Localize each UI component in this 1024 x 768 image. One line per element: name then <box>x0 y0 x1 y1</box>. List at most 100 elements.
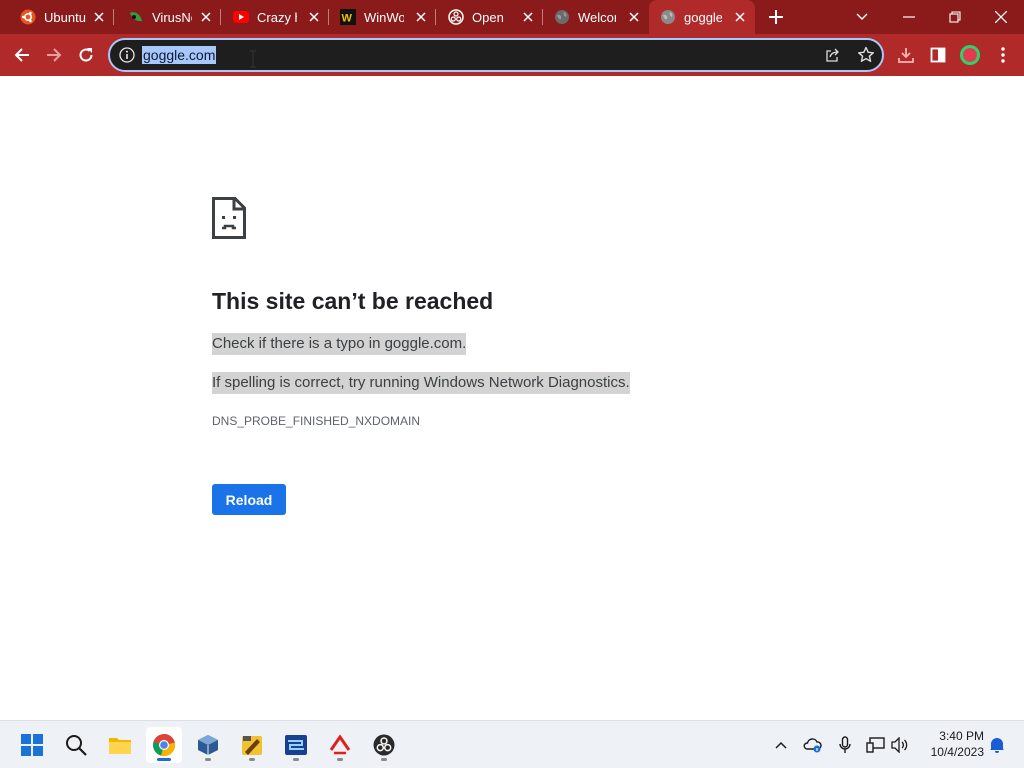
restore-icon <box>949 11 961 23</box>
virusnet-icon <box>128 9 144 25</box>
tab-title: Ubuntu <box>44 9 86 25</box>
close-icon[interactable] <box>627 10 641 24</box>
close-icon[interactable] <box>733 10 747 24</box>
address-text[interactable]: goggle.com <box>142 46 217 64</box>
youtube-icon <box>233 9 249 25</box>
error-code: DNS_PROBE_FINISHED_NXDOMAIN <box>212 414 421 428</box>
tab-ubuntu[interactable]: Ubuntu <box>0 0 114 34</box>
virtualbox-button[interactable] <box>190 727 226 763</box>
close-icon <box>995 11 1007 23</box>
show-hidden-icons-button[interactable] <box>769 733 793 757</box>
running-indicator <box>157 758 171 761</box>
winworld-icon: W <box>340 9 356 25</box>
taskbar <box>0 720 1024 768</box>
avatar <box>960 45 980 65</box>
downloads-button[interactable] <box>890 39 922 71</box>
running-indicator <box>205 758 211 761</box>
chevron-down-icon <box>856 13 868 20</box>
git-tool-button[interactable] <box>322 727 358 763</box>
obs-icon <box>448 9 464 25</box>
svg-text:W: W <box>342 13 353 25</box>
error-heading: This site can’t be reached <box>212 288 494 314</box>
running-indicator <box>249 758 255 761</box>
speaker-icon <box>891 737 908 753</box>
tab-open-b[interactable]: Open B <box>436 0 543 34</box>
arrow-left-icon <box>14 48 29 62</box>
tab-title: goggle <box>684 9 722 25</box>
network-icon <box>866 737 885 753</box>
diagnostics-hint[interactable]: If spelling is correct, try running Wind… <box>212 372 630 394</box>
close-icon[interactable] <box>92 10 106 24</box>
onedrive-status[interactable] <box>801 733 825 757</box>
notifications-button[interactable] <box>985 733 1009 757</box>
menu-button[interactable] <box>987 39 1019 71</box>
download-icon <box>898 48 914 63</box>
tab-winworld[interactable]: W WinWo <box>329 0 436 34</box>
volume-status[interactable] <box>888 733 912 757</box>
tab-welcome[interactable]: Welcor <box>543 0 649 34</box>
clock-time: 3:40 PM <box>939 729 984 743</box>
file-explorer-icon <box>109 738 131 754</box>
search-icon <box>66 735 87 756</box>
file-explorer-button[interactable] <box>102 727 138 763</box>
microphone-status[interactable] <box>833 733 857 757</box>
tab-virusnet[interactable]: VirusNe <box>114 0 221 34</box>
new-tab-button[interactable] <box>766 7 786 27</box>
notepad-plus-plus-button[interactable] <box>234 727 270 763</box>
tab-goggle[interactable]: goggle <box>649 0 755 34</box>
running-indicator <box>293 758 299 761</box>
network-tool-icon <box>285 735 307 755</box>
side-panel-icon <box>930 47 946 63</box>
chevron-up-icon <box>775 741 787 749</box>
profile-button[interactable] <box>954 39 986 71</box>
notepad-plus-plus-icon <box>242 736 262 755</box>
info-icon[interactable] <box>119 47 135 63</box>
running-indicator <box>381 758 387 761</box>
back-button[interactable] <box>6 39 38 71</box>
taskbar-search-button[interactable] <box>58 727 94 763</box>
tab-title: Welcor <box>578 9 616 25</box>
address-bar[interactable]: goggle.com <box>108 38 884 72</box>
plus-icon <box>769 10 783 24</box>
reload-button[interactable]: Reload <box>212 484 286 515</box>
browser-toolbar: goggle.com <box>0 34 1024 76</box>
close-window-button[interactable] <box>978 0 1024 34</box>
star-icon[interactable] <box>857 46 875 64</box>
globe-icon <box>554 9 570 25</box>
arrow-right-icon <box>47 48 62 62</box>
microphone-icon <box>839 736 851 753</box>
clock-date: 10/4/2023 <box>930 745 984 759</box>
system-clock[interactable]: 3:40 PM 10/4/2023 <box>918 728 984 760</box>
tab-crazy[interactable]: Crazy h <box>221 0 329 34</box>
globe-icon <box>660 9 676 25</box>
close-icon[interactable] <box>521 10 535 24</box>
tab-title: Crazy h <box>257 9 297 25</box>
close-icon[interactable] <box>199 10 213 24</box>
start-button[interactable] <box>14 727 50 763</box>
share-icon[interactable] <box>825 47 841 63</box>
refresh-icon <box>79 48 93 62</box>
chrome-button[interactable] <box>146 727 182 763</box>
tab-title: VirusNe <box>152 9 192 25</box>
close-icon[interactable] <box>414 10 428 24</box>
close-icon[interactable] <box>307 10 321 24</box>
tab-search-button[interactable] <box>839 0 885 34</box>
chrome-icon <box>153 733 176 757</box>
more-vertical-icon <box>1001 47 1005 63</box>
running-indicator <box>337 758 343 761</box>
typo-hint: Check if there is a typo in goggle.com. <box>212 333 467 355</box>
cloud-info-icon <box>803 738 822 753</box>
minimize-button[interactable] <box>886 0 932 34</box>
text-cursor-icon <box>250 50 256 68</box>
error-page: This site can’t be reached Check if ther… <box>0 76 1024 720</box>
side-panel-button[interactable] <box>922 39 954 71</box>
network-tool-button[interactable] <box>278 727 314 763</box>
restore-button[interactable] <box>932 0 978 34</box>
network-status[interactable] <box>864 733 888 757</box>
obs-button[interactable] <box>366 727 402 763</box>
reload-toolbar-button[interactable] <box>70 39 102 71</box>
tab-title: Open B <box>472 9 505 25</box>
obs-icon <box>373 734 395 756</box>
bell-icon <box>990 738 1004 753</box>
forward-button[interactable] <box>38 39 70 71</box>
